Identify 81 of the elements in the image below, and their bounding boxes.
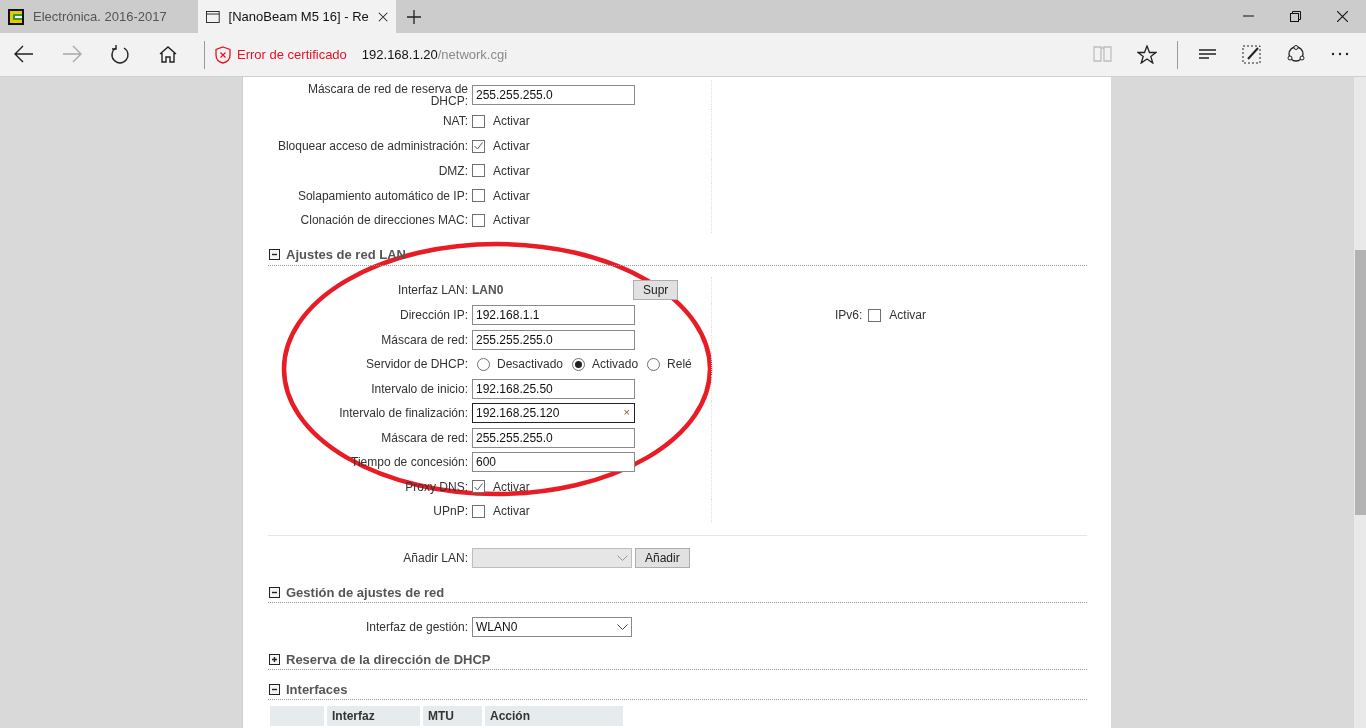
radio-label: Desactivado [497, 356, 564, 373]
field-label: Intervalo de finalización: [339, 406, 468, 420]
field-label: Bloquear acceso de administración: [277, 139, 468, 154]
field-label: UPnP: [433, 504, 468, 518]
checkbox[interactable] [472, 504, 485, 518]
checkbox[interactable] [472, 114, 485, 128]
radio-button[interactable] [572, 357, 586, 371]
text-field[interactable]: 255.255.255.0 [472, 427, 635, 448]
checkbox-label: Activar [493, 187, 530, 205]
back-icon[interactable] [14, 45, 34, 64]
field-label: Máscara de red: [381, 430, 468, 445]
chevron-down-icon [617, 555, 628, 562]
field-label: Servidor de DHCP: [365, 357, 468, 371]
checkbox-label: Activar [493, 503, 530, 520]
pen-icon[interactable] [1242, 45, 1262, 64]
expand-icon[interactable] [269, 653, 280, 665]
field-label: Añadir LAN: [403, 551, 468, 566]
page-icon [206, 9, 220, 24]
select-field[interactable]: WLAN0 [472, 616, 632, 637]
field-label: Máscara de red: [381, 332, 468, 347]
field-label: Clonación de direcciones MAC: [300, 213, 468, 228]
browser-tab[interactable]: [NanoBeam M5 16] - Re [198, 0, 396, 33]
tab-title: [NanoBeam M5 16] - Re [228, 7, 369, 26]
field-label: Interfaz de gestión: [365, 619, 468, 634]
field-label: Solapamiento automático de IP: [297, 188, 468, 203]
close-icon[interactable] [1337, 11, 1348, 22]
checkbox-label: Activar [493, 478, 530, 496]
field-label: Interfaz LAN: [397, 282, 468, 297]
checkbox[interactable] [868, 308, 882, 322]
interface-value: LAN0 [472, 281, 505, 299]
checkbox-label: Activar [493, 113, 530, 131]
field-label: NAT: [442, 114, 468, 129]
checkbox[interactable] [472, 189, 485, 203]
refresh-icon[interactable] [110, 45, 130, 64]
radio-button[interactable] [477, 357, 490, 371]
checkbox[interactable] [472, 139, 485, 153]
radio-label: Relé [667, 356, 692, 373]
collapse-icon[interactable] [269, 249, 280, 261]
field-label: Máscara de red de reserva de DHCP: [307, 81, 468, 108]
text-field[interactable]: 192.168.25.50 [472, 378, 635, 399]
radio-button[interactable] [647, 357, 661, 371]
chevron-down-icon [617, 623, 628, 630]
section-title[interactable]: Gestión de ajustes de red [286, 582, 445, 602]
section-title[interactable]: Reserva de la dirección de DHCP [286, 649, 491, 669]
home-icon[interactable] [158, 45, 178, 64]
restore-icon[interactable] [1290, 11, 1301, 22]
share-icon[interactable] [1286, 45, 1306, 64]
logo-icon [8, 8, 24, 25]
checkbox[interactable] [472, 480, 485, 493]
field-label: Intervalo de inicio: [371, 381, 468, 396]
tab-title: Electrónica. 2016-2017 [33, 7, 168, 26]
address-field[interactable]: 192.168.1.20/network.cgi [361, 44, 508, 65]
column-header: Acción [490, 709, 530, 724]
text-field[interactable]: 255.255.255.0 [472, 329, 635, 350]
field-label: Dirección IP: [399, 308, 468, 322]
scrollbar-thumb[interactable] [1355, 250, 1366, 515]
collapse-icon[interactable] [269, 586, 280, 598]
checkbox[interactable] [472, 164, 485, 178]
text-field[interactable]: 600 [472, 452, 635, 472]
button[interactable]: Supr [633, 279, 679, 300]
column-header: MTU [428, 709, 454, 724]
shield-warning-icon[interactable] [215, 45, 231, 64]
radio-label: Activado [592, 356, 639, 373]
checkbox-label: Activar [493, 162, 530, 180]
checkbox-label: Activar [889, 307, 927, 324]
checkbox-label: Activar [493, 138, 530, 156]
field-label: IPv6: [835, 307, 863, 324]
text-field[interactable]: 255.255.255.0 [472, 84, 635, 105]
new-tab-icon[interactable] [407, 9, 421, 24]
certificate-error[interactable]: Error de certificado [237, 44, 347, 65]
close-icon[interactable] [377, 10, 388, 23]
text-field[interactable]: 192.168.1.1 [472, 305, 635, 325]
checkbox[interactable] [472, 213, 485, 227]
section-title[interactable]: Interfaces [286, 679, 348, 699]
field-label: DMZ: [438, 163, 468, 178]
column-header: Interfaz [332, 709, 375, 724]
star-icon[interactable] [1137, 45, 1157, 64]
table-header-cell [270, 706, 324, 727]
clear-button[interactable]: × [623, 406, 630, 419]
checkbox-label: Activar [493, 212, 530, 230]
collapse-icon[interactable] [269, 683, 280, 695]
